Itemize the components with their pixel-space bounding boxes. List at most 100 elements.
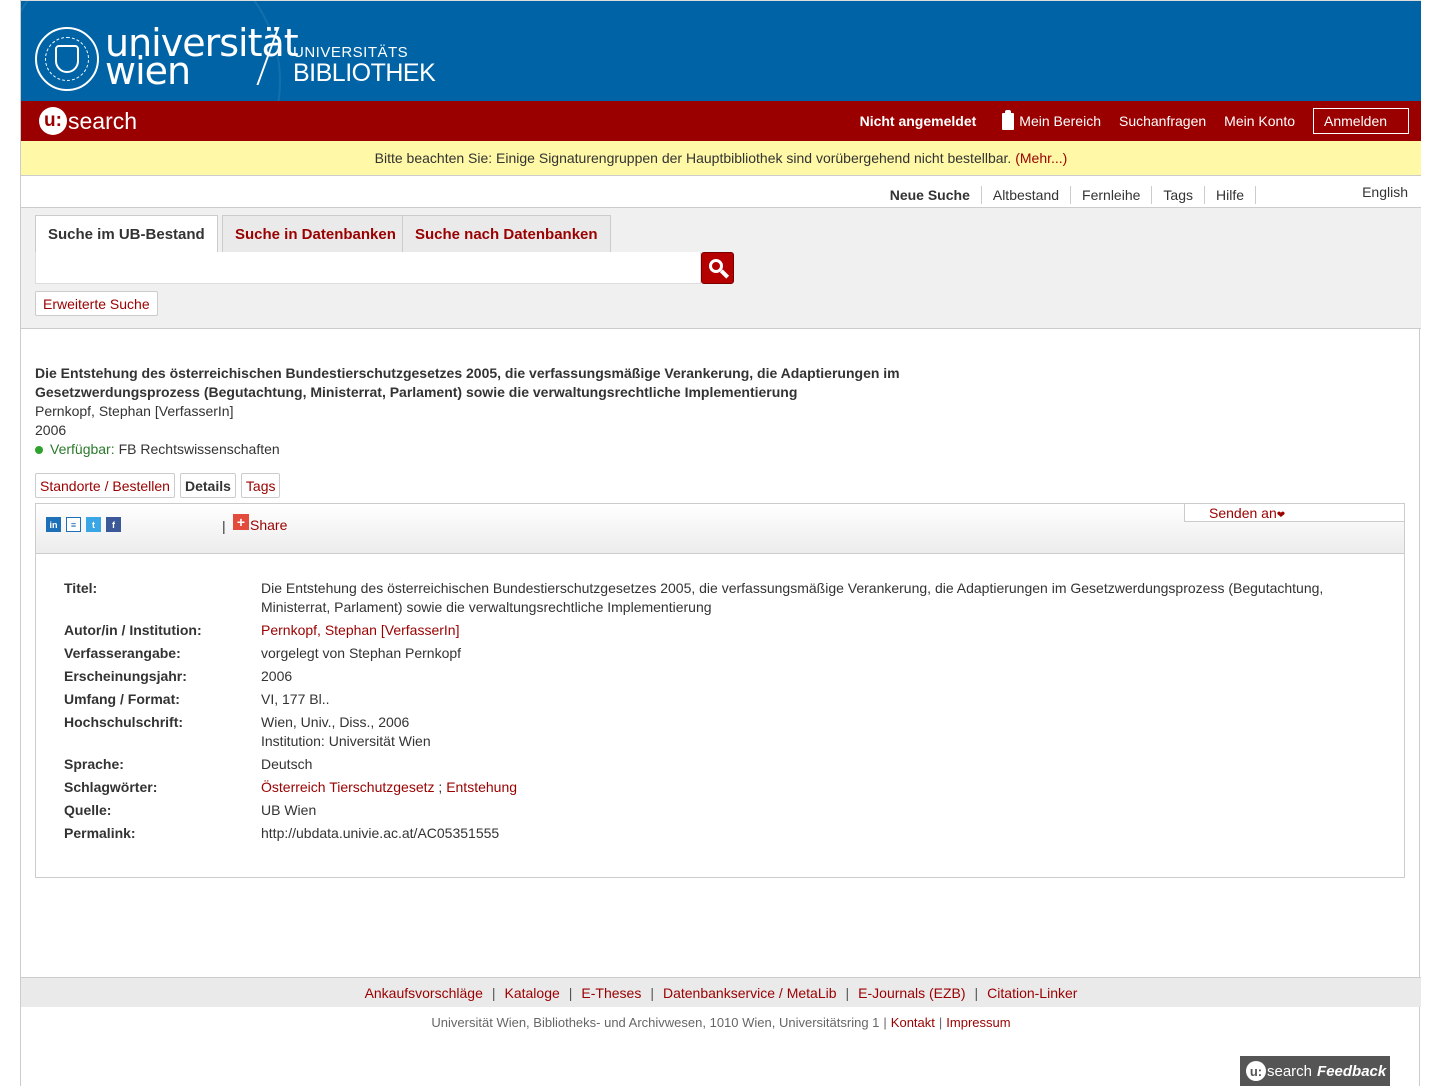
- footer-address: Universität Wien, Bibliotheks- und Archi…: [431, 1014, 1011, 1030]
- detail-row: Erscheinungsjahr: 2006: [64, 667, 1384, 686]
- detail-value: Die Entstehung des österreichischen Bund…: [261, 580, 1324, 615]
- usearch-u-icon: u:: [1246, 1061, 1266, 1081]
- available-dot-icon: [35, 445, 43, 454]
- subnav-hilfe[interactable]: Hilfe: [1205, 186, 1256, 204]
- detail-row: Quelle: UB Wien: [64, 801, 1384, 820]
- notice-more-link[interactable]: Mehr...: [1020, 150, 1063, 166]
- subnav-fernleihe[interactable]: Fernleihe: [1071, 186, 1153, 204]
- detail-key: Erscheinungsjahr:: [64, 668, 187, 684]
- detail-value: VI, 177 Bl..: [261, 691, 330, 707]
- detail-value-institution: Institution: Universität Wien: [261, 733, 431, 749]
- tab-nach-datenbanken[interactable]: Suche nach Datenbanken: [402, 215, 611, 253]
- advanced-search-button[interactable]: Erweiterte Suche: [35, 291, 158, 316]
- facebook-icon[interactable]: f: [106, 517, 121, 532]
- record-summary: Die Entstehung des österreichischen Bund…: [35, 364, 935, 459]
- detail-row: Schlagwörter: Österreich Tierschutzgeset…: [64, 778, 1384, 797]
- library-line2[interactable]: BIBLIOTHEK: [293, 59, 436, 88]
- brand-line2[interactable]: wien: [105, 51, 191, 91]
- detail-row: Hochschulschrift: Wien, Univ., Diss., 20…: [64, 713, 1384, 751]
- details-list: Titel: Die Entstehung des österreichisch…: [64, 579, 1384, 847]
- chevron-down-icon: ❤: [1276, 510, 1286, 521]
- availability-location: FB Rechtswissenschaften: [118, 441, 280, 457]
- tab-details[interactable]: Details: [179, 473, 236, 498]
- social-icons: in ≡ t f: [46, 517, 126, 532]
- notice-text: Bitte beachten Sie: Einige Signaturengru…: [374, 150, 1012, 166]
- plus-icon: +: [233, 514, 249, 530]
- record-year: 2006: [35, 422, 67, 438]
- record-author: Pernkopf, Stephan [VerfasserIn]: [35, 403, 234, 419]
- tab-record-tags[interactable]: Tags: [240, 473, 281, 498]
- detail-row: Autor/in / Institution: Pernkopf, Stepha…: [64, 621, 1384, 640]
- nav-mein-bereich[interactable]: Mein Bereich: [1002, 109, 1101, 130]
- user-nav: Nicht angemeldet Mein Bereich Suchanfrag…: [860, 101, 1409, 141]
- author-link[interactable]: Pernkopf, Stephan [VerfasserIn]: [261, 622, 459, 638]
- detail-key: Titel:: [64, 580, 98, 596]
- record-title: Die Entstehung des österreichischen Bund…: [35, 365, 900, 400]
- footer-ankaufsvorschlaege[interactable]: Ankaufsvorschläge: [365, 985, 483, 1001]
- footer-citation-linker[interactable]: Citation-Linker: [987, 985, 1077, 1001]
- footer-links: Ankaufsvorschläge | Kataloge | E-Theses …: [21, 977, 1421, 1007]
- address-text: Universität Wien, Bibliotheks- und Archi…: [431, 1014, 880, 1030]
- feedback-label: Feedback: [1317, 1062, 1387, 1080]
- search-button[interactable]: [701, 252, 734, 284]
- detail-row: Titel: Die Entstehung des österreichisch…: [64, 579, 1384, 617]
- footer-impressum[interactable]: Impressum: [946, 1015, 1010, 1030]
- detail-row: Permalink: http://ubdata.univie.ac.at/AC…: [64, 824, 1384, 843]
- list-icon[interactable]: ≡: [66, 517, 81, 532]
- clipboard-icon: [1002, 109, 1015, 130]
- tab-datenbanken[interactable]: Suche in Datenbanken: [222, 215, 409, 253]
- detail-key: Verfasserangabe:: [64, 645, 181, 661]
- footer-etheses[interactable]: E-Theses: [581, 985, 641, 1001]
- record-tabs: Standorte / Bestellen Details Tags: [35, 473, 285, 498]
- subject-link-tierschutzgesetz[interactable]: Österreich Tierschutzgesetz: [261, 779, 435, 795]
- detail-key: Schlagwörter:: [64, 779, 158, 795]
- send-to-dropdown[interactable]: Senden an❤: [1184, 504, 1404, 522]
- footer-kataloge[interactable]: Kataloge: [505, 985, 560, 1001]
- language-switch[interactable]: English: [1362, 184, 1408, 200]
- detail-key: Quelle:: [64, 802, 112, 818]
- detail-value: UB Wien: [261, 802, 317, 818]
- sub-navigation: Neue Suche Altbestand Fernleihe Tags Hil…: [21, 176, 1421, 208]
- availability-label: Verfügbar:: [50, 441, 115, 457]
- record-toolbar: in ≡ t f | + Share Senden an❤: [36, 504, 1404, 554]
- notice-banner: Bitte beachten Sie: Einige Signaturengru…: [21, 141, 1421, 176]
- nav-suchanfragen[interactable]: Suchanfragen: [1119, 113, 1206, 129]
- tab-standorte[interactable]: Standorte / Bestellen: [35, 473, 175, 498]
- footer-metalib[interactable]: Datenbankservice / MetaLib: [663, 985, 837, 1001]
- page: universität wien UNIVERSITÄTS BIBLIOTHEK…: [20, 0, 1421, 1086]
- detail-value: Wien, Univ., Diss., 2006: [261, 714, 410, 730]
- detail-row: Verfasserangabe: vorgelegt von Stephan P…: [64, 644, 1384, 663]
- search-area: Suche im UB-Bestand Suche in Datenbanken…: [21, 208, 1421, 329]
- send-to-label: Senden an: [1209, 505, 1277, 521]
- detail-row: Sprache: Deutsch: [64, 755, 1384, 774]
- feedback-app: search: [1267, 1062, 1313, 1080]
- details-panel: in ≡ t f | + Share Senden an❤ Titel: Die…: [35, 503, 1405, 878]
- nav-mein-bereich-label: Mein Bereich: [1019, 113, 1101, 129]
- subnav-neue-suche[interactable]: Neue Suche: [879, 186, 982, 204]
- detail-key: Autor/in / Institution:: [64, 622, 202, 638]
- search-input[interactable]: [35, 252, 701, 284]
- nav-mein-konto[interactable]: Mein Konto: [1224, 113, 1295, 129]
- login-button[interactable]: Anmelden: [1313, 108, 1409, 134]
- share-label: Share: [250, 517, 288, 533]
- detail-key: Hochschulschrift:: [64, 714, 184, 730]
- subnav-altbestand[interactable]: Altbestand: [982, 186, 1072, 204]
- detail-row: Umfang / Format: VI, 177 Bl..: [64, 690, 1384, 709]
- detail-value: Deutsch: [261, 756, 313, 772]
- detail-key: Umfang / Format:: [64, 691, 180, 707]
- feedback-button[interactable]: u: search Feedback: [1240, 1056, 1390, 1086]
- notice-paren-close: ): [1062, 150, 1068, 166]
- footer-kontakt[interactable]: Kontakt: [891, 1015, 935, 1030]
- subject-link-entstehung[interactable]: Entstehung: [446, 779, 517, 795]
- university-seal-icon[interactable]: [35, 27, 99, 91]
- subnav-tags[interactable]: Tags: [1152, 186, 1205, 204]
- usearch-logo[interactable]: u: search: [39, 105, 137, 137]
- detail-value: vorgelegt von Stephan Pernkopf: [261, 645, 462, 661]
- twitter-icon[interactable]: t: [86, 517, 101, 532]
- usearch-u-icon: u:: [39, 107, 67, 135]
- footer-ezb[interactable]: E-Journals (EZB): [858, 985, 965, 1001]
- permalink-value[interactable]: http://ubdata.univie.ac.at/AC05351555: [261, 824, 499, 843]
- detail-value: 2006: [261, 668, 293, 684]
- share-button[interactable]: + Share: [233, 514, 288, 533]
- linkedin-icon[interactable]: in: [46, 517, 61, 532]
